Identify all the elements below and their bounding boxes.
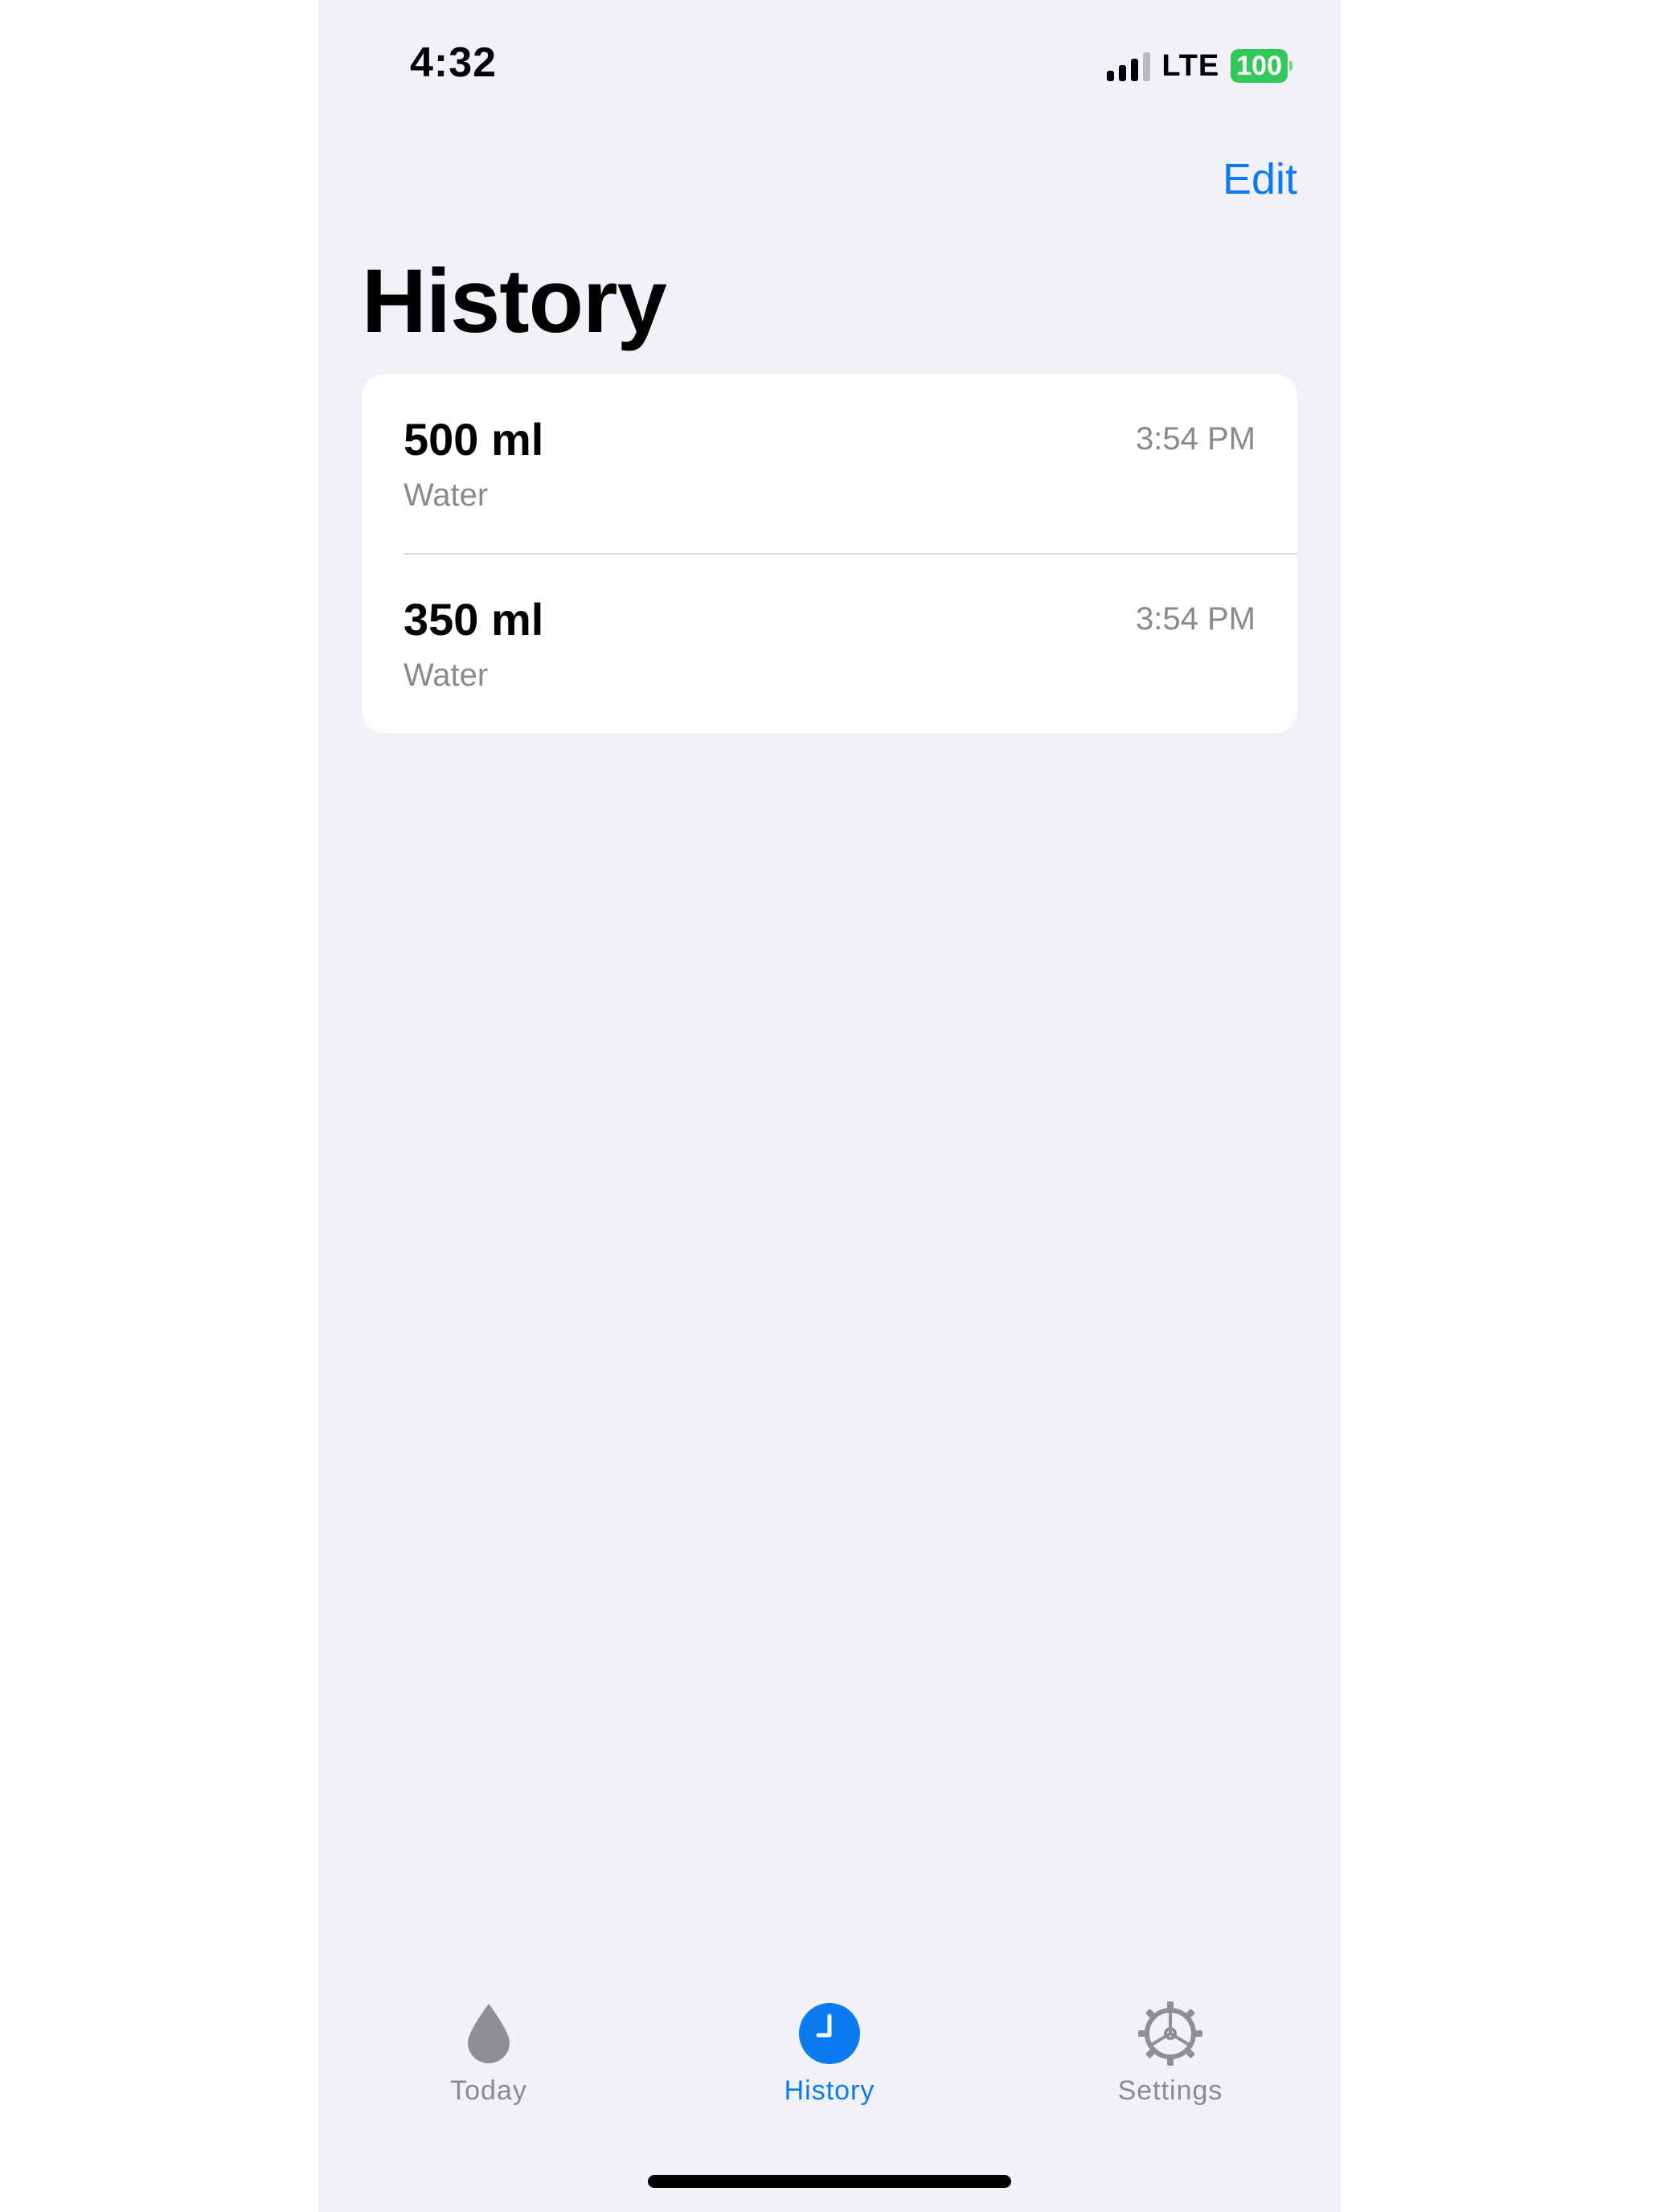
entry-amount: 500 ml bbox=[403, 414, 544, 465]
battery-icon: 100 bbox=[1231, 49, 1292, 83]
tab-bar: Today History Settings bbox=[318, 2000, 1341, 2136]
gear-icon bbox=[1137, 2000, 1204, 2067]
entry-time: 3:54 PM bbox=[1136, 421, 1256, 457]
battery-level: 100 bbox=[1231, 49, 1288, 83]
entry-type: Water bbox=[403, 657, 489, 693]
home-indicator[interactable] bbox=[648, 2175, 1011, 2188]
entry-amount: 350 ml bbox=[403, 594, 544, 645]
drop-icon bbox=[455, 2000, 522, 2067]
tab-today[interactable]: Today bbox=[318, 2000, 659, 2136]
signal-icon bbox=[1107, 51, 1151, 81]
tab-label: Settings bbox=[1117, 2075, 1223, 2106]
clock-icon bbox=[796, 2000, 863, 2067]
entry-type: Water bbox=[403, 477, 489, 513]
network-type: LTE bbox=[1161, 48, 1220, 83]
entry-time: 3:54 PM bbox=[1136, 601, 1256, 637]
list-item[interactable]: 500 ml Water 3:54 PM bbox=[362, 375, 1297, 553]
tab-label: History bbox=[784, 2075, 875, 2106]
list-item[interactable]: 350 ml Water 3:54 PM bbox=[403, 553, 1297, 733]
tab-label: Today bbox=[450, 2075, 527, 2106]
edit-button[interactable]: Edit bbox=[1223, 154, 1297, 204]
status-time: 4:32 bbox=[410, 39, 498, 86]
tab-settings[interactable]: Settings bbox=[1000, 2000, 1341, 2136]
phone-screen: 4:32 LTE 100 Edit History 500 ml Water 3… bbox=[318, 0, 1341, 2212]
status-indicators: LTE 100 bbox=[1107, 47, 1292, 85]
page-title: History bbox=[362, 251, 667, 351]
history-list: 500 ml Water 3:54 PM 350 ml Water 3:54 P… bbox=[362, 375, 1297, 733]
tab-history[interactable]: History bbox=[659, 2000, 1000, 2136]
